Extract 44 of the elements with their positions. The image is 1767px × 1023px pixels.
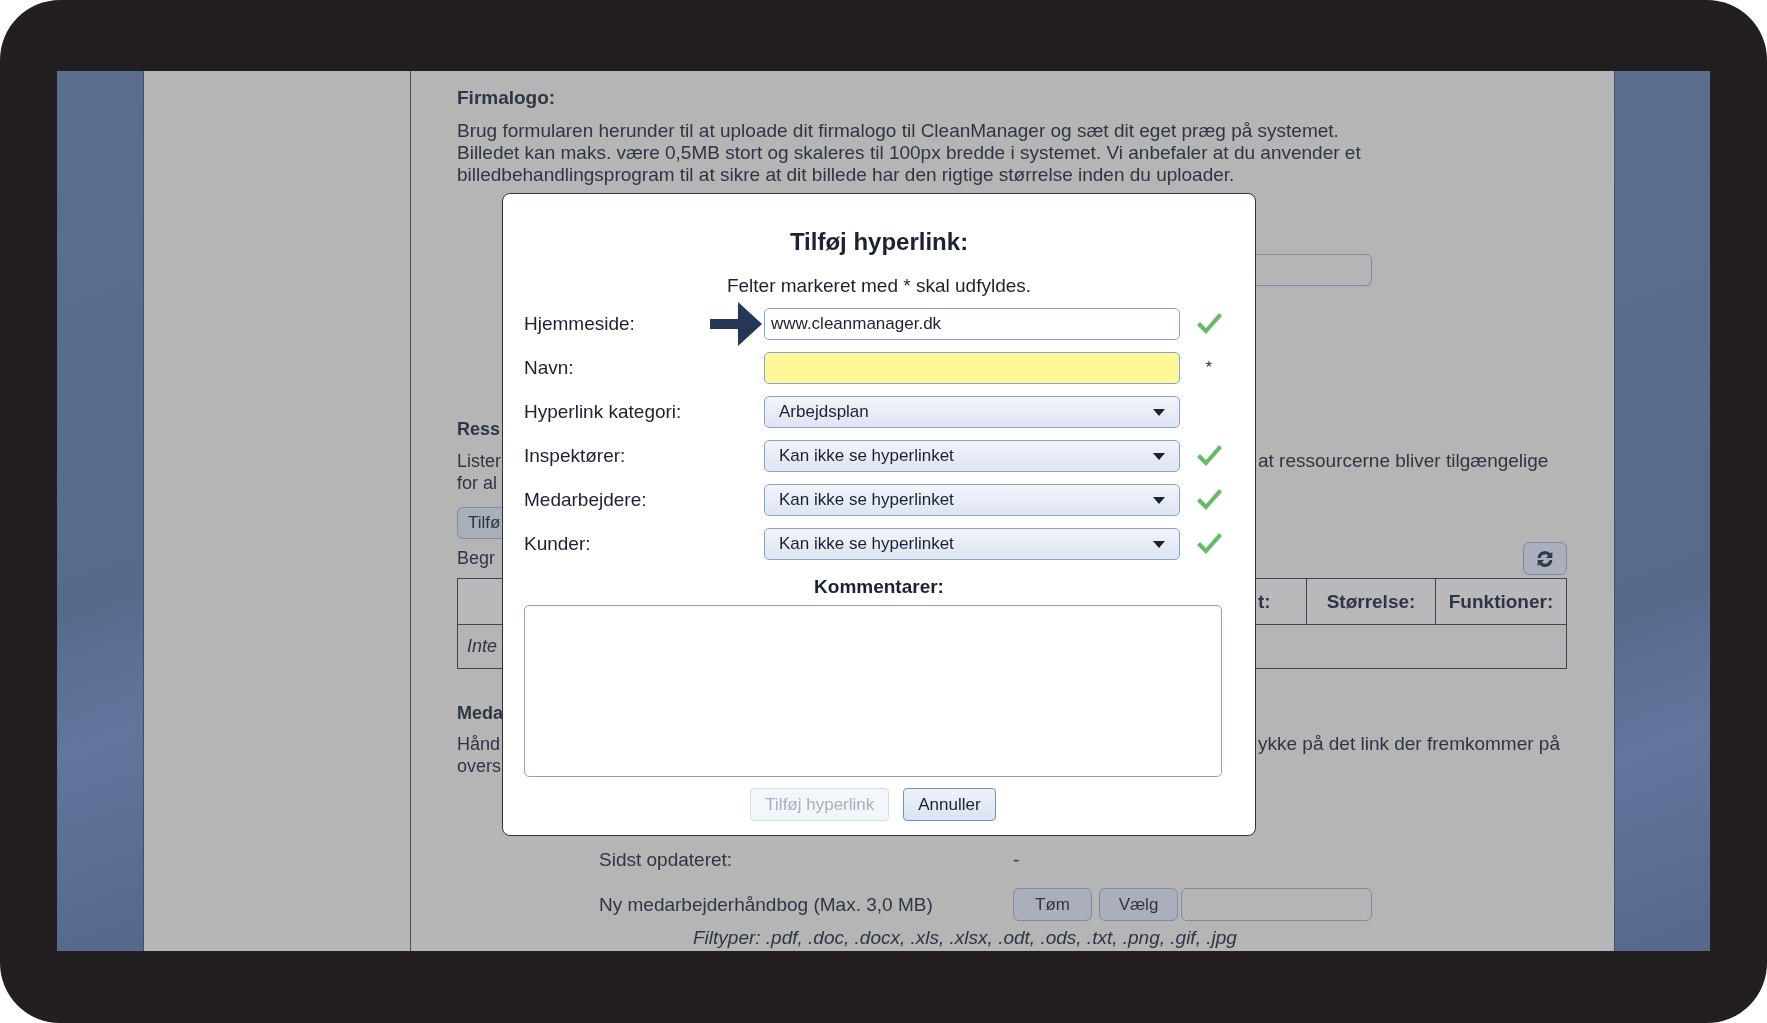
file-types-text: Filtyper: .pdf, .doc, .docx, .xls, .xlsx, .odt, .ods, .txt, .png, .gif, .jpg [693, 927, 1238, 949]
input-field[interactable]: www.cleanmanager.dk [764, 308, 1180, 340]
dropdown[interactable]: Kan ikke se hyperlinket [764, 528, 1180, 560]
input-field[interactable] [1256, 254, 1372, 286]
field-label: Navn: [524, 357, 574, 379]
comments-field[interactable] [524, 605, 1222, 777]
field-label: Sidst opdateret: [599, 849, 734, 871]
cancel-button[interactable]: Annuller [903, 788, 996, 821]
dropdown[interactable]: Arbejdsplan [764, 396, 1180, 428]
body-text: Lister for al [457, 450, 501, 494]
required-marker: * [1205, 359, 1212, 377]
field-label: Ny medarbejderhåndbog (Max. 3,0 MB) [599, 893, 934, 916]
field-label: Hyperlink kategori: [524, 401, 682, 423]
body-text: ykke på det link der fremkommer på [1257, 733, 1560, 755]
body-text: at ressourcerne bliver tilgængelige [1257, 450, 1549, 472]
file-button[interactable]: Vælg [1099, 888, 1178, 921]
body-text: Begr [457, 547, 496, 569]
caret-icon [1153, 452, 1165, 460]
add-button[interactable]: Tilfø [457, 507, 503, 539]
caret-icon [1153, 408, 1165, 416]
field-label: Kunder: [524, 533, 591, 555]
required-note: Felter markeret med * skal udfyldes. [725, 275, 1033, 297]
field-label: Hjemmeside: [524, 313, 635, 335]
description-text: Brug formularen herunder til at uploade dit firmalogo til CleanManager og sæt dit eget præg på systemet. Billedet kan maks. være 0,5MB stort og skaleres til 100px bredde i systemet. Vi anbefaler at du anvender et billedbehandlingsprogram til at sikre at dit billede har den rigtige størrelse inden du uploader. [457, 120, 1362, 186]
comments-label: Kommentarer: [813, 576, 945, 598]
refresh-button[interactable] [1523, 542, 1567, 575]
table-header-cell-text: Funktioner: [1447, 590, 1555, 614]
section-heading: Meda [457, 702, 503, 724]
file-button[interactable]: Tøm [1013, 888, 1092, 921]
dropdown[interactable]: Kan ikke se hyperlinket [764, 484, 1180, 516]
section-heading: Firmalogo: [457, 87, 557, 109]
body-text: Hånd overs [457, 733, 501, 777]
field-label: Medarbejdere: [524, 489, 647, 511]
field-value: - [1013, 849, 1020, 871]
file-field[interactable] [1181, 888, 1372, 921]
dialog-title: Tilføj hyperlink: [788, 227, 970, 257]
caret-icon [1153, 540, 1165, 548]
dropdown[interactable]: Kan ikke se hyperlinket [764, 440, 1180, 472]
table-cell-text: Inte [466, 635, 499, 658]
input-field[interactable] [764, 352, 1180, 384]
section-heading: Ress [457, 418, 501, 440]
field-label: Inspektører: [524, 445, 626, 467]
table-header-cell: Størrelse: [1307, 579, 1436, 624]
caret-icon [1153, 496, 1165, 504]
